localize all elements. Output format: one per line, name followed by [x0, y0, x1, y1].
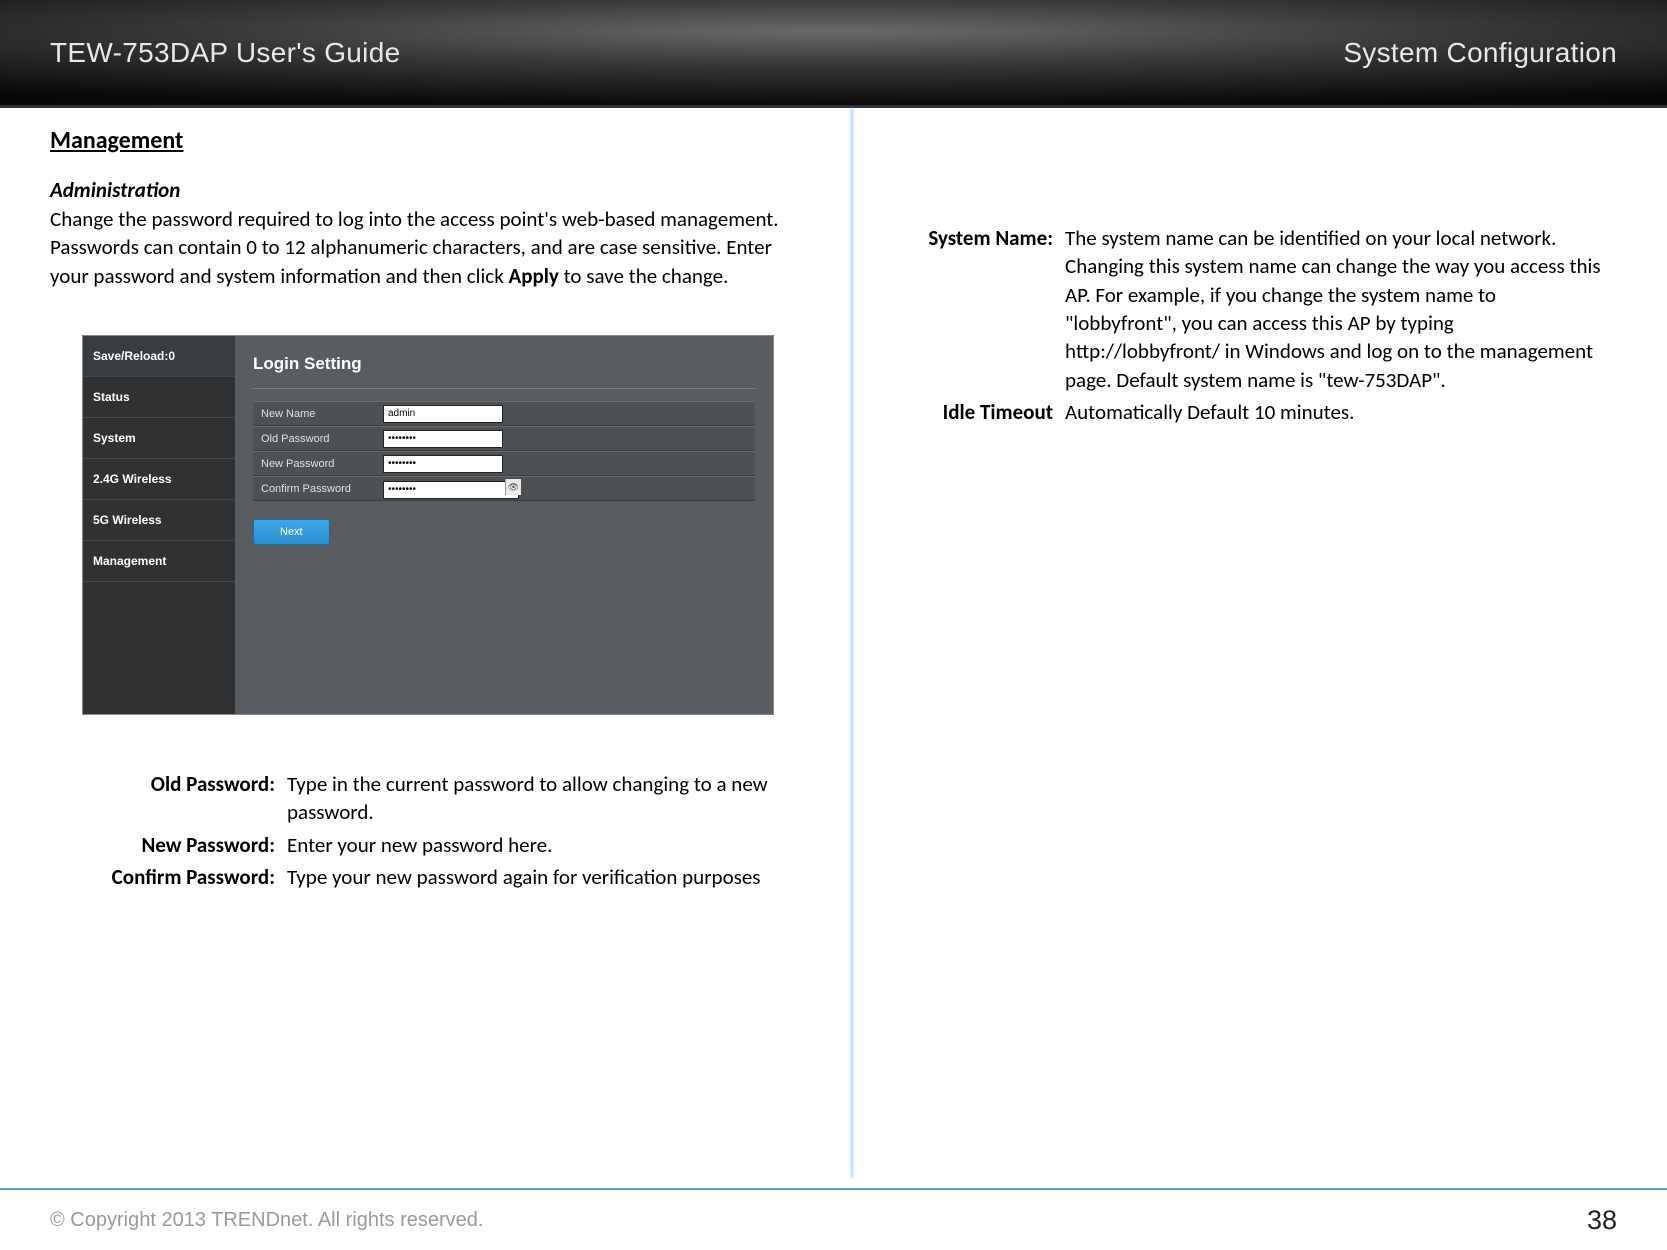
right-column: System Name: The system name can be iden… — [830, 126, 1610, 1190]
ss-label-confirm-password: Confirm Password — [253, 483, 383, 495]
left-definition-list: Old Password: Type in the current passwo… — [102, 770, 800, 891]
def-row-new-password: New Password: Enter your new password he… — [102, 831, 800, 859]
footer-copyright: © Copyright 2013 TRENDnet. All rights re… — [50, 1209, 483, 1232]
def-label-new-password: New Password: — [102, 831, 287, 859]
ss-sidebar: Save/Reload:0 Status System 2.4G Wireles… — [83, 336, 235, 714]
doc-title-left: TEW-753DAP User's Guide — [50, 37, 400, 69]
ss-row-confirm-password: Confirm Password 👁 — [253, 476, 755, 501]
ss-row-new-name: New Name — [253, 401, 755, 426]
ss-main-panel: Login Setting New Name Old Password New … — [235, 336, 773, 714]
ss-label-new-password: New Password — [253, 458, 383, 470]
doc-header: TEW-753DAP User's Guide System Configura… — [0, 0, 1667, 108]
def-row-system-name: System Name: The system name can be iden… — [880, 224, 1610, 394]
ss-label-new-name: New Name — [253, 408, 383, 420]
def-value-confirm-password: Type your new password again for verific… — [287, 863, 800, 891]
footer-page-number: 38 — [1587, 1205, 1617, 1236]
sidebar-item-status[interactable]: Status — [83, 377, 235, 418]
ss-row-new-password: New Password — [253, 451, 755, 476]
intro-text-bold: Apply — [508, 263, 558, 289]
column-divider — [850, 108, 854, 1178]
sidebar-item-system[interactable]: System — [83, 418, 235, 459]
def-value-idle-timeout: Automatically Default 10 minutes. — [1065, 398, 1610, 426]
intro-text-c: to save the change. — [559, 263, 729, 289]
confirm-password-input[interactable] — [383, 481, 519, 499]
def-label-old-password: Old Password: — [102, 770, 287, 827]
def-label-confirm-password: Confirm Password: — [102, 863, 287, 891]
section-title: Management — [50, 126, 800, 155]
ss-label-old-password: Old Password — [253, 433, 383, 445]
doc-title-right: System Configuration — [1343, 37, 1617, 69]
def-label-system-name: System Name: — [880, 224, 1065, 394]
page-body: Management Administration Change the pas… — [0, 108, 1667, 1190]
def-row-idle-timeout: Idle Timeout Automatically Default 10 mi… — [880, 398, 1610, 426]
sidebar-item-24g-wireless[interactable]: 2.4G Wireless — [83, 459, 235, 500]
footer: © Copyright 2013 TRENDnet. All rights re… — [0, 1188, 1667, 1250]
def-label-idle-timeout: Idle Timeout — [880, 398, 1065, 426]
right-definition-list: System Name: The system name can be iden… — [880, 224, 1610, 426]
new-name-input[interactable] — [383, 405, 503, 423]
ss-row-old-password: Old Password — [253, 426, 755, 451]
ss-panel-title: Login Setting — [253, 348, 755, 389]
new-password-input[interactable] — [383, 455, 503, 473]
sidebar-item-save-reload[interactable]: Save/Reload:0 — [83, 336, 235, 377]
def-row-old-password: Old Password: Type in the current passwo… — [102, 770, 800, 827]
next-button[interactable]: Next — [253, 519, 330, 545]
def-value-old-password: Type in the current password to allow ch… — [287, 770, 800, 827]
left-column: Management Administration Change the pas… — [50, 126, 830, 1190]
old-password-input[interactable] — [383, 430, 503, 448]
sidebar-item-management[interactable]: Management — [83, 541, 235, 582]
reveal-password-icon[interactable]: 👁 — [505, 479, 521, 495]
sidebar-item-5g-wireless[interactable]: 5G Wireless — [83, 500, 235, 541]
admin-ui-screenshot: Save/Reload:0 Status System 2.4G Wireles… — [82, 335, 774, 715]
def-row-confirm-password: Confirm Password: Type your new password… — [102, 863, 800, 891]
subsection-title: Administration — [50, 177, 800, 203]
intro-paragraph: Change the password required to log into… — [50, 205, 800, 290]
def-value-system-name: The system name can be identified on you… — [1065, 224, 1610, 394]
def-value-new-password: Enter your new password here. — [287, 831, 800, 859]
